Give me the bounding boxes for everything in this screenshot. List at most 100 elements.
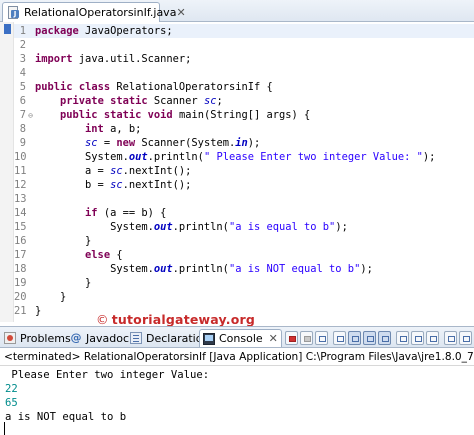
token: } [35, 235, 92, 247]
token-field-decl: sc [203, 95, 217, 107]
copyright-symbol: © [96, 312, 109, 327]
code-line[interactable]: 13 [14, 192, 474, 206]
token-kw: import [35, 53, 73, 65]
show-console-on-output-icon[interactable] [378, 331, 391, 345]
code-line[interactable]: 10 System.out.println(" Please Enter two… [14, 150, 474, 164]
token: .println( [147, 151, 204, 163]
line-number: 2 [19, 39, 26, 51]
token: } [35, 277, 92, 289]
line-number: 5 [19, 81, 26, 93]
line-number: 15 [14, 221, 27, 233]
line-number: 10 [14, 151, 27, 163]
token-kw: void [147, 109, 173, 121]
remove-all-terminated-icon[interactable] [315, 331, 328, 345]
code-text: package JavaOperators; [35, 25, 173, 37]
code-line[interactable]: 5 public class RelationalOperatorsinIf { [14, 80, 474, 94]
code-line[interactable]: 20 } [14, 290, 474, 304]
token-fld: sc [110, 165, 123, 177]
console-input-line: 22 [5, 383, 18, 395]
console-status: <terminated> RelationalOperatorsinIf [Ja… [0, 348, 474, 366]
overview-ruler [0, 22, 14, 322]
token-sys-out: in [235, 137, 248, 149]
clear-console-icon[interactable] [333, 331, 346, 345]
code-line[interactable]: 19 } [14, 276, 474, 290]
token: (a == b) { [97, 207, 167, 219]
token-kw: if [85, 207, 98, 219]
code-line[interactable]: 15 System.out.println("a is equal to b")… [14, 220, 474, 234]
code-text: sc = new Scanner(System.in); [35, 137, 260, 149]
code-text: int a, b; [35, 123, 141, 135]
code-line[interactable]: 3 import java.util.Scanner; [14, 52, 474, 66]
editor-tab-relationaloperatorsinif[interactable]: J RelationalOperatorsinIf.java ✕ [2, 2, 186, 22]
code-line[interactable]: 14 if (a == b) { [14, 206, 474, 220]
close-icon[interactable]: ✕ [176, 6, 185, 19]
code-line[interactable]: 2 [14, 38, 474, 52]
console-icon [203, 332, 215, 345]
tab-javadoc[interactable]: @ Javadoc [70, 329, 130, 347]
token: ); [247, 137, 261, 149]
token-fld: sc [110, 179, 123, 191]
code-text: private static Scanner sc; [35, 95, 223, 107]
token-kw: public [60, 109, 98, 121]
console-output[interactable]: Please Enter two integer Value: 22 65 a is … [0, 367, 474, 435]
token: JavaOperators; [78, 25, 173, 37]
display-selected-console-icon[interactable] [411, 331, 424, 345]
terminate-icon[interactable] [285, 331, 298, 345]
tab-javadoc-label: Javadoc [86, 331, 129, 345]
watermark: © tutorialgateway.org [96, 312, 255, 327]
token-str: " Please Enter two integer Value: " [203, 151, 423, 163]
line-number: 13 [14, 193, 27, 205]
token-kw: int [85, 123, 104, 135]
code-line[interactable]: 12 b = sc.nextInt(); [14, 178, 474, 192]
token-kw: static [110, 95, 148, 107]
tab-console[interactable]: Console ✕ [199, 329, 282, 347]
maximize-icon[interactable] [459, 331, 472, 345]
token: ); [360, 263, 373, 275]
editor-tab-bar: J RelationalOperatorsinIf.java ✕ [0, 0, 474, 22]
code-line[interactable]: 4 [14, 66, 474, 80]
token-sys-out: out [128, 151, 148, 163]
code-editor[interactable]: 1 package JavaOperators; 2 3 import java.uti… [0, 22, 474, 327]
line-number: 12 [14, 179, 27, 191]
token-sys-out: out [153, 221, 173, 233]
code-line[interactable]: 8 int a, b; [14, 122, 474, 136]
code-line[interactable]: 6 private static Scanner sc; [14, 94, 474, 108]
tab-problems[interactable]: Problems [4, 329, 71, 347]
line-number: 7 [19, 109, 26, 121]
line-number: 19 [14, 277, 27, 289]
code-line[interactable]: 7 ⊖ public static void main(String[] args… [14, 108, 474, 122]
problems-icon [4, 332, 16, 344]
current-line-marker [4, 24, 11, 34]
code-line[interactable]: 18 System.out.println("a is NOT equal to… [14, 262, 474, 276]
remove-launch-icon[interactable] [300, 331, 313, 345]
code-line[interactable]: 9 sc = new Scanner(System.in); [14, 136, 474, 150]
close-icon[interactable]: ✕ [269, 332, 278, 345]
token: a, b; [103, 123, 142, 135]
code-line[interactable]: 1 package JavaOperators; [14, 24, 474, 38]
views-tab-bar: Problems @ Javadoc Declaration Console ✕ [0, 326, 474, 348]
editor-tab-label: RelationalOperatorsinIf.java [24, 6, 177, 19]
pin-console-icon[interactable] [396, 331, 409, 345]
minimize-icon[interactable] [444, 331, 457, 345]
code-text: } [35, 305, 41, 317]
code-line[interactable]: 16 } [14, 234, 474, 248]
tab-declaration[interactable]: Declaration [130, 329, 209, 347]
line-number: 6 [19, 95, 26, 107]
open-console-icon[interactable] [426, 331, 439, 345]
token: a = [35, 165, 111, 177]
word-wrap-icon[interactable] [363, 331, 376, 345]
token: Scanner(System. [135, 137, 236, 149]
code-line[interactable]: 17 else { [14, 248, 474, 262]
line-number: 21 [14, 305, 27, 317]
fold-collapse-icon[interactable]: ⊖ [26, 109, 35, 123]
code-text: System.out.println("a is equal to b"); [35, 221, 348, 233]
token-kw: public [35, 81, 73, 93]
scroll-lock-icon[interactable] [348, 331, 361, 345]
token: } [35, 305, 42, 317]
token: RelationalOperatorsinIf { [110, 81, 273, 93]
code-line[interactable]: 11 a = sc.nextInt(); [14, 164, 474, 178]
token: ); [335, 221, 348, 233]
